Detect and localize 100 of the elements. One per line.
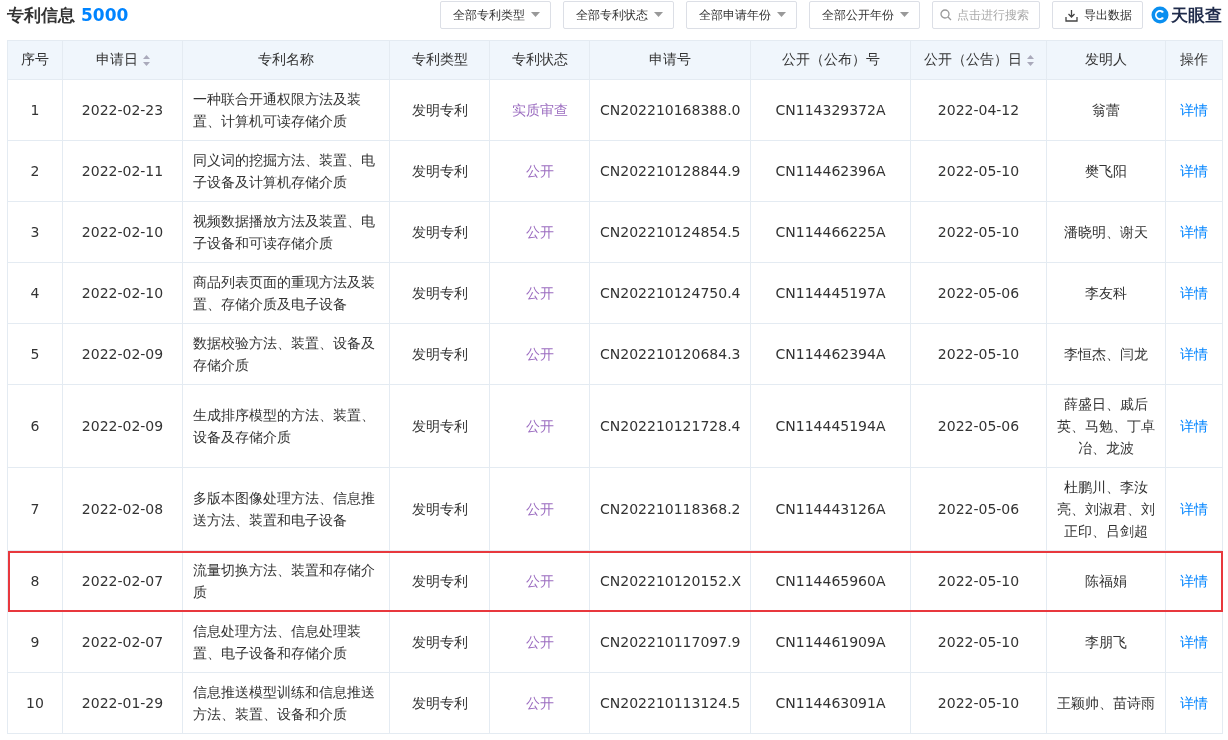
column-header[interactable]: 公开（公告）日	[910, 40, 1047, 80]
table-cell: 2022-02-11	[62, 140, 183, 202]
column-label: 申请日	[95, 51, 138, 69]
table-cell: CN202210121728.4	[589, 384, 751, 468]
table-cell: 2022-01-29	[62, 672, 183, 734]
details-link[interactable]: 详情	[1180, 224, 1208, 240]
search-field[interactable]: 点击进行搜索	[932, 1, 1040, 29]
caret-icon	[654, 12, 663, 18]
table-cell: 10	[7, 672, 63, 734]
column-header: 专利名称	[182, 40, 390, 80]
status-cell: 公开	[489, 201, 590, 263]
column-header: 公开（公布）号	[750, 40, 911, 80]
table-cell: 7	[7, 467, 63, 551]
filter-dropdown[interactable]: 全部申请年份	[686, 1, 797, 29]
table-cell: 视频数据播放方法及装置、电子设备和可读存储介质	[182, 201, 390, 263]
table-cell: 发明专利	[389, 323, 490, 385]
table-cell: 1	[7, 79, 63, 141]
table-cell: CN202210120684.3	[589, 323, 751, 385]
table-cell: 发明专利	[389, 140, 490, 202]
status-cell: 实质审查	[489, 79, 590, 141]
table-cell: 李友科	[1046, 262, 1166, 324]
table-cell: 信息处理方法、信息处理装置、电子设备和存储介质	[182, 611, 390, 673]
details-link[interactable]: 详情	[1180, 634, 1208, 650]
table-cell: 李朋飞	[1046, 611, 1166, 673]
section-title: 专利信息	[7, 3, 75, 27]
details-link[interactable]: 详情	[1180, 501, 1208, 517]
filter-dropdown[interactable]: 全部公开年份	[809, 1, 920, 29]
column-label: 公开（公告）日	[923, 51, 1022, 69]
details-link[interactable]: 详情	[1180, 346, 1208, 362]
column-header: 发明人	[1046, 40, 1166, 80]
filter-dropdown[interactable]: 全部专利类型	[440, 1, 551, 29]
table-cell: 2022-04-12	[910, 79, 1047, 141]
table-cell: 2022-05-10	[910, 323, 1047, 385]
sort-icon[interactable]	[142, 54, 150, 66]
table-cell: 翁蕾	[1046, 79, 1166, 141]
export-button[interactable]: 导出数据	[1052, 1, 1143, 29]
table-cell: 2022-05-10	[910, 611, 1047, 673]
caret-icon	[531, 12, 540, 18]
table-cell: 5	[7, 323, 63, 385]
column-header: 操作	[1165, 40, 1223, 80]
table-cell: 2022-05-10	[910, 140, 1047, 202]
table-cell: 2	[7, 140, 63, 202]
table-cell: 商品列表页面的重现方法及装置、存储介质及电子设备	[182, 262, 390, 324]
status-cell: 公开	[489, 262, 590, 324]
details-link[interactable]: 详情	[1180, 285, 1208, 301]
status-cell: 公开	[489, 384, 590, 468]
status-cell: 公开	[489, 467, 590, 551]
column-header[interactable]: 申请日	[62, 40, 183, 80]
table-cell: 2022-05-06	[910, 467, 1047, 551]
table-cell: CN202210124854.5	[589, 201, 751, 263]
table-cell: CN202210118368.2	[589, 467, 751, 551]
table-cell: 3	[7, 201, 63, 263]
details-link[interactable]: 详情	[1180, 695, 1208, 711]
result-count: 5000	[81, 5, 129, 25]
table-cell: CN114462394A	[750, 323, 911, 385]
table-cell: 2022-02-10	[62, 201, 183, 263]
table-cell: 发明专利	[389, 467, 490, 551]
table-cell: 发明专利	[389, 201, 490, 263]
details-link[interactable]: 详情	[1180, 102, 1208, 118]
table-cell: CN114443126A	[750, 467, 911, 551]
table-cell: 2022-05-10	[910, 672, 1047, 734]
table-cell: 樊飞阳	[1046, 140, 1166, 202]
filter-dropdown[interactable]: 全部专利状态	[563, 1, 674, 29]
details-link[interactable]: 详情	[1180, 163, 1208, 179]
table-cell: 4	[7, 262, 63, 324]
table-cell: 9	[7, 611, 63, 673]
sort-icon[interactable]	[1026, 54, 1034, 66]
table-cell: 2022-05-06	[910, 384, 1047, 468]
table-cell: 同义词的挖掘方法、装置、电子设备及计算机存储介质	[182, 140, 390, 202]
table-cell: 王颖帅、苗诗雨	[1046, 672, 1166, 734]
caret-icon	[900, 12, 909, 18]
table-cell: 生成排序模型的方法、装置、设备及存储介质	[182, 384, 390, 468]
status-cell: 公开	[489, 323, 590, 385]
column-header: 申请号	[589, 40, 751, 80]
table-cell: CN114445194A	[750, 384, 911, 468]
column-header: 专利类型	[389, 40, 490, 80]
download-icon	[1065, 8, 1078, 22]
logo-icon	[1151, 6, 1169, 24]
table-cell: 发明专利	[389, 672, 490, 734]
table-cell: CN114445197A	[750, 262, 911, 324]
table-cell: 薛盛日、戚后英、马勉、丁卓冶、龙波	[1046, 384, 1166, 468]
table-cell: CN114329372A	[750, 79, 911, 141]
table-cell: 一种联合开通权限方法及装置、计算机可读存储介质	[182, 79, 390, 141]
table-cell: 8	[7, 550, 63, 612]
table-cell: 发明专利	[389, 262, 490, 324]
table-cell: 发明专利	[389, 611, 490, 673]
details-link[interactable]: 详情	[1180, 418, 1208, 434]
status-cell: 公开	[489, 140, 590, 202]
search-icon	[940, 9, 952, 21]
table-cell: CN114463091A	[750, 672, 911, 734]
status-cell: 公开	[489, 672, 590, 734]
table-cell: 数据校验方法、装置、设备及存储介质	[182, 323, 390, 385]
table-cell: CN202210113124.5	[589, 672, 751, 734]
table-cell: 2022-02-09	[62, 323, 183, 385]
details-link[interactable]: 详情	[1180, 573, 1208, 589]
table-cell: 多版本图像处理方法、信息推送方法、装置和电子设备	[182, 467, 390, 551]
table-cell: CN202210117097.9	[589, 611, 751, 673]
table-cell: 2022-02-09	[62, 384, 183, 468]
table-cell: 杜鹏川、李汝亮、刘淑君、刘正印、吕剑超	[1046, 467, 1166, 551]
table-cell: 信息推送模型训练和信息推送方法、装置、设备和介质	[182, 672, 390, 734]
